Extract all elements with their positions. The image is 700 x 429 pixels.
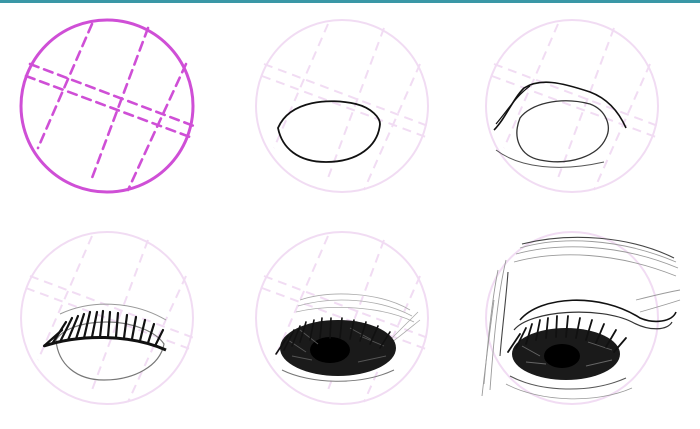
step-3-eyelid-crease: [485, 19, 659, 193]
step-5-shaded-iris: [255, 231, 429, 405]
step-2-eye-outline: [255, 19, 429, 193]
step-1-guide-circle: [19, 18, 196, 194]
step-6-finished-eye: [481, 231, 681, 405]
eye-drawing-steps: [19, 18, 681, 405]
step-4-eyelashes: [20, 231, 195, 405]
